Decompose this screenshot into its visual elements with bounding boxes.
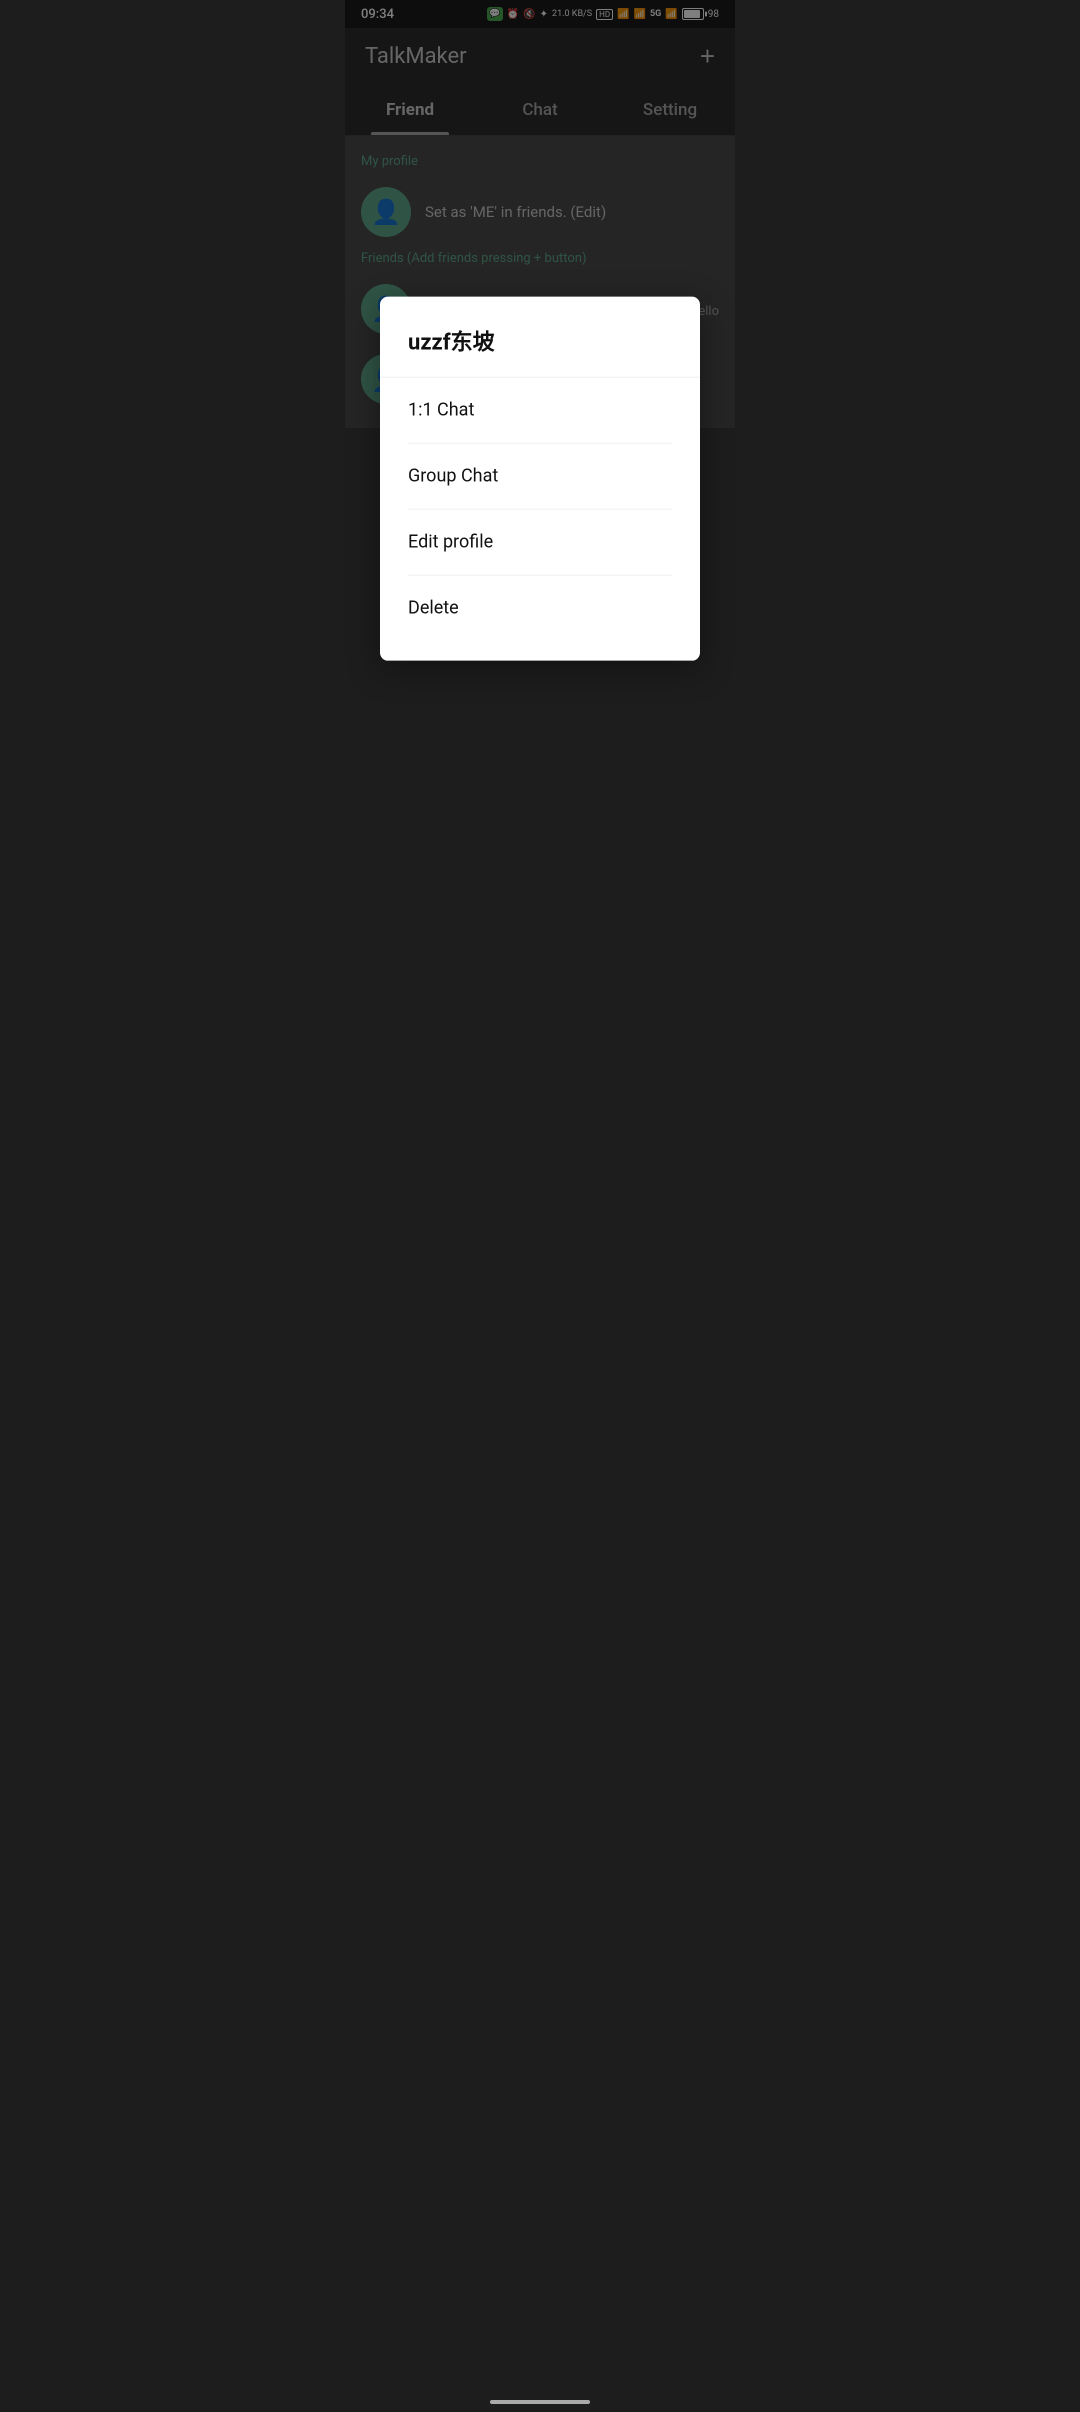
popup-delete[interactable]: Delete bbox=[408, 576, 672, 641]
popup-edit-profile[interactable]: Edit profile bbox=[408, 510, 672, 576]
popup-contact-name: uzzf东坡 bbox=[408, 325, 672, 357]
popup-one-to-one-chat[interactable]: 1:1 Chat bbox=[408, 378, 672, 444]
home-indicator bbox=[490, 2400, 590, 2404]
popup-group-chat[interactable]: Group Chat bbox=[408, 444, 672, 510]
popup-dialog: uzzf东坡 1:1 Chat Group Chat Edit profile … bbox=[380, 297, 700, 661]
